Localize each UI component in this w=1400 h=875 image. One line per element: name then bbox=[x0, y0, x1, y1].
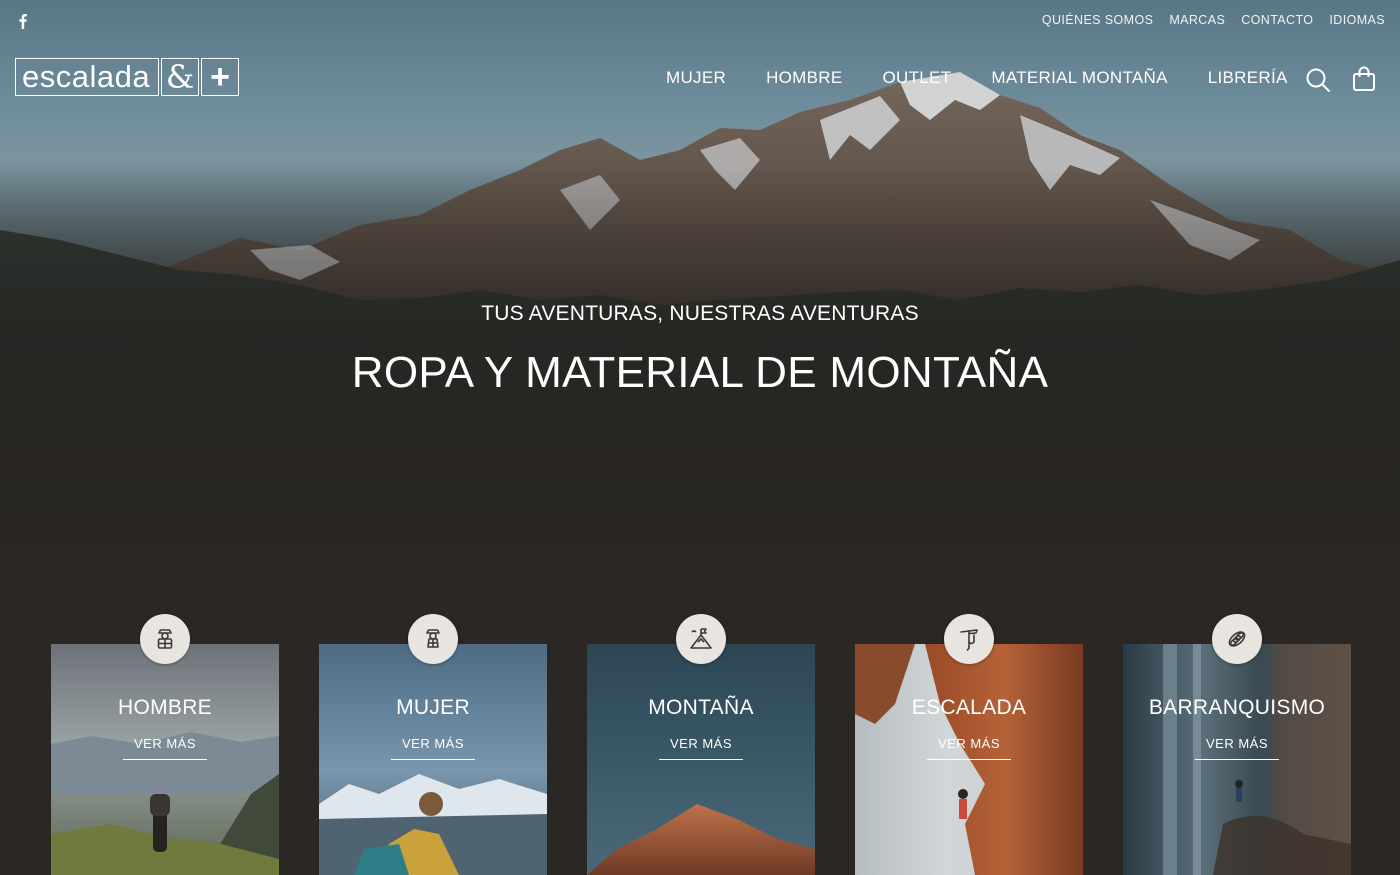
category-card-mujer[interactable]: MUJER VER MÁS bbox=[319, 644, 547, 875]
card-title-montana: MONTAÑA bbox=[648, 696, 754, 719]
ice-axe-icon bbox=[960, 629, 978, 651]
category-badge-montana bbox=[676, 614, 726, 664]
card-link-hombre[interactable]: VER MÁS bbox=[123, 736, 207, 760]
rope-icon bbox=[1228, 631, 1246, 647]
card-title-hombre: HOMBRE bbox=[118, 696, 212, 719]
logo-plus: + bbox=[201, 58, 240, 96]
site-logo[interactable]: escalada & + bbox=[15, 58, 240, 96]
top-bar: QUIÉNES SOMOS MARCAS CONTACTO IDIOMAS bbox=[0, 0, 1400, 40]
main-nav: MUJER HOMBRE OUTLET MATERIAL MONTAÑA LIB… bbox=[666, 68, 1288, 88]
card-title-mujer: MUJER bbox=[396, 696, 470, 719]
hiker-man-icon bbox=[157, 629, 173, 649]
nav-item-material-montana[interactable]: MATERIAL MONTAÑA bbox=[991, 68, 1167, 88]
top-link-quienes-somos[interactable]: QUIÉNES SOMOS bbox=[1042, 13, 1153, 27]
search-icon[interactable] bbox=[1305, 67, 1331, 93]
category-badge-hombre bbox=[140, 614, 190, 664]
logo-word: escalada bbox=[15, 58, 160, 96]
nav-item-mujer[interactable]: MUJER bbox=[666, 68, 726, 88]
card-link-escalada[interactable]: VER MÁS bbox=[927, 736, 1011, 760]
hiker-woman-icon bbox=[426, 629, 440, 648]
category-badge-escalada bbox=[944, 614, 994, 664]
card-title-escalada: ESCALADA bbox=[911, 696, 1027, 719]
category-card-escalada[interactable]: ESCALADA VER MÁS bbox=[855, 644, 1083, 875]
hero-title: ROPA Y MATERIAL DE MONTAÑA bbox=[351, 348, 1049, 397]
category-card-hombre[interactable]: HOMBRE VER MÁS bbox=[51, 644, 279, 875]
top-link-marcas[interactable]: MARCAS bbox=[1169, 13, 1225, 27]
nav-item-outlet[interactable]: OUTLET bbox=[882, 68, 951, 88]
logo-ampersand: & bbox=[161, 58, 200, 96]
mountain-flag-icon bbox=[690, 628, 712, 649]
hero-subtitle: TUS AVENTURAS, NUESTRAS AVENTURAS bbox=[481, 302, 919, 325]
card-link-mujer[interactable]: VER MÁS bbox=[391, 736, 475, 760]
card-link-barranquismo[interactable]: VER MÁS bbox=[1195, 736, 1279, 760]
card-title-barranquismo: BARRANQUISMO bbox=[1148, 696, 1326, 719]
nav-item-hombre[interactable]: HOMBRE bbox=[766, 68, 842, 88]
top-link-idiomas[interactable]: IDIOMAS bbox=[1329, 13, 1385, 27]
category-card-barranquismo[interactable]: BARRANQUISMO VER MÁS bbox=[1123, 644, 1351, 875]
top-links: QUIÉNES SOMOS MARCAS CONTACTO IDIOMAS bbox=[1042, 13, 1385, 27]
facebook-icon[interactable] bbox=[16, 13, 30, 29]
category-card-montana[interactable]: MONTAÑA VER MÁS bbox=[587, 644, 815, 875]
category-badge-mujer bbox=[408, 614, 458, 664]
card-link-montana[interactable]: VER MÁS bbox=[659, 736, 743, 760]
category-badge-barranquismo bbox=[1212, 614, 1262, 664]
nav-item-libreria[interactable]: LIBRERÍA bbox=[1208, 68, 1288, 88]
top-link-contacto[interactable]: CONTACTO bbox=[1241, 13, 1313, 27]
shopping-bag-icon[interactable] bbox=[1352, 66, 1376, 92]
